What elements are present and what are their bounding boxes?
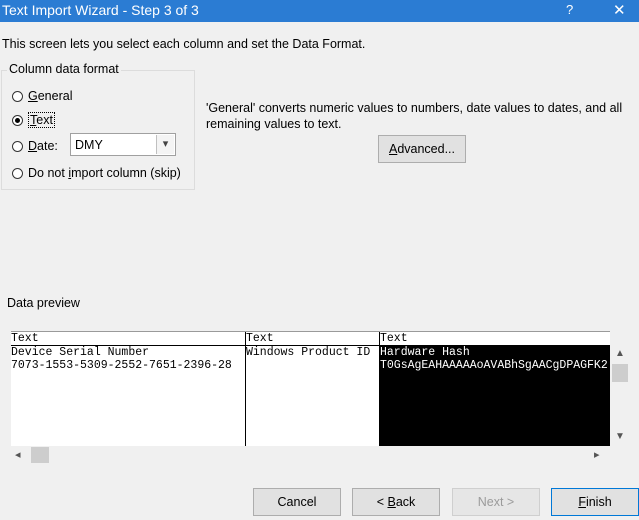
preview-cell: Hardware Hash: [380, 346, 470, 359]
radio-date-circle[interactable]: [12, 140, 23, 152]
chevron-down-icon[interactable]: ▼: [615, 431, 625, 442]
preview-column-2[interactable]: Text Windows Product ID: [246, 332, 380, 447]
close-icon[interactable]: ✕: [613, 1, 626, 19]
data-preview-grid[interactable]: Text Device Serial Number 7073-1553-5309…: [11, 331, 610, 447]
radio-date-label: Date:: [28, 139, 58, 153]
preview-column-header[interactable]: Text: [11, 332, 245, 346]
preview-column-header[interactable]: Text: [380, 332, 610, 346]
next-button[interactable]: Next >: [452, 488, 540, 516]
preview-column-header[interactable]: Text: [246, 332, 379, 346]
data-preview-label: Data preview: [7, 296, 80, 310]
cancel-button[interactable]: Cancel: [253, 488, 341, 516]
preview-cell: T0GsAgEAHAAAAAoAVABhSgAACgDPAGFK2: [380, 359, 608, 372]
radio-general-circle[interactable]: [12, 90, 23, 102]
help-icon[interactable]: ?: [566, 2, 573, 17]
chevron-right-icon[interactable]: ▸: [594, 448, 600, 461]
preview-cell: 7073-1553-5309-2552-7651-2396-28: [11, 359, 232, 372]
preview-cell: Device Serial Number: [11, 346, 150, 359]
radio-skip[interactable]: Do not import column (skip): [12, 166, 181, 180]
radio-text-label: Text: [28, 112, 55, 128]
wizard-description: This screen lets you select each column …: [2, 37, 366, 51]
chevron-down-icon[interactable]: ▾: [156, 135, 174, 154]
preview-cell: Windows Product ID: [246, 346, 371, 359]
date-format-value: DMY: [75, 138, 103, 152]
radio-text-circle[interactable]: [12, 114, 23, 126]
back-button[interactable]: < Back: [352, 488, 440, 516]
radio-skip-circle[interactable]: [12, 167, 23, 179]
radio-skip-label: Do not import column (skip): [28, 166, 181, 180]
chevron-left-icon[interactable]: ◂: [15, 448, 21, 461]
finish-button[interactable]: Finish: [551, 488, 639, 516]
chevron-up-icon[interactable]: ▲: [615, 348, 625, 359]
radio-date[interactable]: Date:: [12, 139, 58, 153]
radio-general[interactable]: General: [12, 89, 72, 103]
preview-column-3-selected[interactable]: Text Hardware Hash T0GsAgEAHAAAAAoAVABhS…: [380, 332, 610, 447]
preview-column-body: Hardware Hash T0GsAgEAHAAAAAoAVABhSgAACg…: [380, 346, 610, 447]
window-title: Text Import Wizard - Step 3 of 3: [2, 2, 199, 18]
column-format-group-title: Column data format: [7, 62, 121, 76]
preview-column-1[interactable]: Text Device Serial Number 7073-1553-5309…: [11, 332, 246, 447]
date-format-select[interactable]: DMY ▾: [70, 133, 176, 156]
vertical-scroll-thumb[interactable]: [612, 364, 628, 382]
title-bar: Text Import Wizard - Step 3 of 3 ? ✕: [0, 0, 639, 22]
radio-general-label: General: [28, 89, 73, 103]
radio-text[interactable]: Text: [12, 112, 55, 128]
preview-horizontal-scrollbar[interactable]: ◂ ▸: [11, 446, 610, 464]
horizontal-scroll-thumb[interactable]: [31, 447, 49, 463]
format-info-text: 'General' converts numeric values to num…: [206, 101, 623, 131]
preview-vertical-scrollbar[interactable]: ▲ ▼: [611, 346, 629, 446]
advanced-button[interactable]: Advanced...: [378, 135, 466, 163]
